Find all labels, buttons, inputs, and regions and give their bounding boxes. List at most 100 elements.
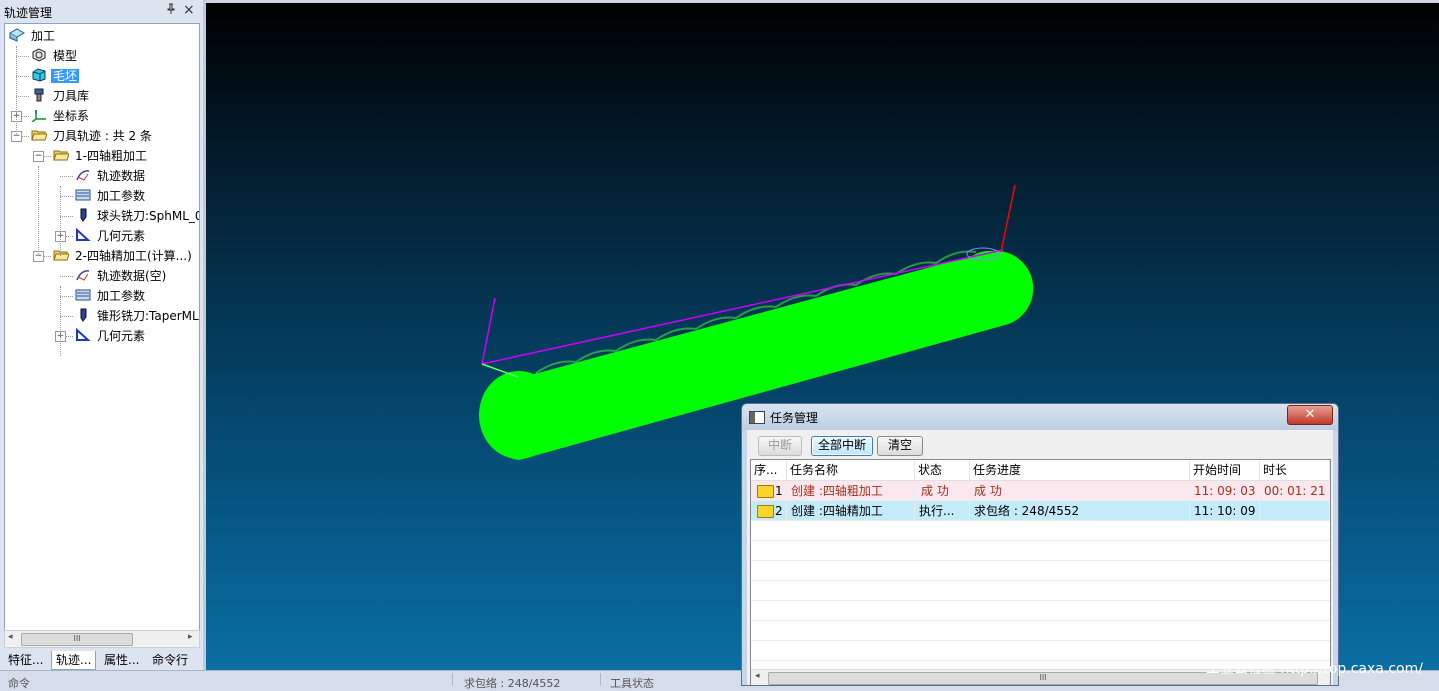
- tree-item[interactable]: 加工参数: [75, 186, 147, 206]
- tree-item[interactable]: 刀具库: [31, 86, 91, 106]
- tree-item[interactable]: 加工参数: [75, 286, 147, 306]
- dialog-title: 任务管理: [770, 411, 819, 425]
- row-progress: 求包络 : 248/4552: [970, 501, 1190, 521]
- folder-open-icon: [53, 249, 73, 263]
- tree-item-label: 球头铣刀:SphML_0: [97, 209, 200, 223]
- empty-row: [751, 541, 1330, 561]
- tree-connector: [60, 176, 73, 177]
- interrupt-button[interactable]: 中断: [758, 436, 802, 456]
- dialog-titlebar[interactable]: 任务管理 ✕: [742, 404, 1338, 430]
- empty-row: [751, 621, 1330, 641]
- scroll-right-arrow-icon[interactable]: ▸: [188, 632, 193, 642]
- scroll-left-arrow-icon[interactable]: ◂: [755, 671, 760, 681]
- row-progress: 成 功: [970, 481, 1190, 501]
- row-duration: [1260, 501, 1330, 521]
- tree-connector: [60, 216, 73, 217]
- interrupt-all-button[interactable]: 全部中断: [811, 436, 873, 456]
- tree-connector: [60, 186, 61, 256]
- geometry-icon: [75, 228, 95, 243]
- status-progress: 求包络 : 248/4552: [464, 677, 561, 690]
- row-start-time: 11: 09: 03: [1190, 481, 1260, 501]
- axis-z-line: [1000, 184, 1016, 253]
- col-task-name[interactable]: 任务名称: [787, 460, 915, 480]
- tab-command-line[interactable]: 命令行: [148, 651, 192, 669]
- tool-library-icon: [31, 88, 51, 103]
- row-task-name: 创建 :四轴粗加工: [787, 481, 915, 501]
- tree-item[interactable]: 轨迹数据(空): [75, 266, 168, 286]
- tree-connector: [60, 276, 73, 277]
- tree-item-label: 加工: [31, 29, 56, 43]
- row-duration: 00: 01: 21: [1260, 481, 1330, 501]
- toolpath-data-icon: [75, 269, 95, 283]
- folder-icon: [757, 485, 774, 498]
- status-divider: [600, 673, 601, 685]
- dialog-close-button[interactable]: ✕: [1287, 405, 1333, 425]
- pin-icon[interactable]: [166, 3, 176, 18]
- tree-connector: [60, 196, 73, 197]
- panel-title: 轨迹管理: [4, 6, 53, 20]
- tab-properties[interactable]: 属性...: [100, 651, 143, 669]
- tree-item[interactable]: 轨迹数据: [75, 166, 147, 186]
- tree-item-label: 刀具库: [53, 89, 90, 103]
- tree-item-label: 加工参数: [97, 189, 146, 203]
- status-tool-state: 工具状态: [610, 677, 654, 690]
- tree-item[interactable]: 毛坯: [31, 66, 80, 86]
- tree-item[interactable]: 球头铣刀:SphML_0: [75, 206, 200, 226]
- tree-connector: [60, 296, 73, 297]
- clear-button[interactable]: 清空: [877, 436, 923, 456]
- tree-item[interactable]: 刀具轨迹 : 共 2 条: [31, 126, 154, 146]
- task-table: 序... 任务名称 状态 任务进度 开始时间 时长 1 创建 :四轴粗加工 成 …: [750, 459, 1331, 685]
- tree-item-label: 轨迹数据(空): [97, 269, 167, 283]
- col-progress[interactable]: 任务进度: [970, 460, 1190, 480]
- panel-close-icon[interactable]: ×: [183, 2, 195, 18]
- table-row[interactable]: 1 创建 :四轴粗加工 成 功 成 功 11: 09: 03 00: 01: 2…: [751, 481, 1330, 501]
- folder-open-icon: [53, 149, 73, 163]
- tree-item[interactable]: 模型: [31, 46, 79, 66]
- tree-item[interactable]: 坐标系: [31, 106, 91, 126]
- tree-item-label: 锥形铣刀:TaperML: [97, 309, 199, 323]
- col-start-time[interactable]: 开始时间: [1190, 460, 1260, 480]
- col-seq[interactable]: 序...: [751, 460, 787, 480]
- collapse-toggle-icon[interactable]: −: [33, 151, 44, 162]
- folder-open-icon: [31, 129, 51, 143]
- tree-connector: [60, 286, 61, 356]
- tree-connector: [60, 316, 73, 317]
- tree-connector: [16, 56, 29, 57]
- axis-vertical-left: [481, 297, 496, 365]
- row-task-name: 创建 :四轴精加工: [787, 501, 915, 521]
- toolpath-tree[interactable]: 加工 模型 毛坯 刀具库 + 坐标系 − 刀具轨迹 : 共 2 条 −1-四轴粗加工 轨迹数据 加工…: [4, 23, 200, 631]
- row-status: 执行...: [915, 501, 970, 521]
- toolpath-manager-panel: 轨迹管理 × 加工 模型 毛坯 刀具库 + 坐标系 − 刀具轨迹 : 共 2 条 −1-四轴粗加…: [0, 0, 203, 670]
- scroll-left-arrow-icon[interactable]: ◂: [8, 632, 13, 642]
- tree-item[interactable]: 锥形铣刀:TaperML: [75, 306, 199, 326]
- tree-item[interactable]: 几何元素: [75, 326, 147, 346]
- tree-connector: [16, 96, 29, 97]
- tree-item[interactable]: 1-四轴粗加工: [53, 146, 149, 166]
- tree-item-label: 2-四轴精加工(计算...): [75, 249, 192, 263]
- cutter-icon: [75, 308, 95, 323]
- tree-item-label: 几何元素: [97, 229, 146, 243]
- tab-toolpaths[interactable]: 轨迹...: [51, 651, 97, 670]
- tree-item-label: 加工参数: [97, 289, 146, 303]
- tab-features[interactable]: 特征...: [4, 651, 47, 669]
- table-row[interactable]: 2 创建 :四轴精加工 执行... 求包络 : 248/4552 11: 10:…: [751, 501, 1330, 521]
- col-duration[interactable]: 时长: [1260, 460, 1330, 480]
- row-status: 成 功: [915, 481, 970, 501]
- model-icon: [31, 48, 51, 63]
- status-command: 命令: [8, 677, 30, 690]
- folder-icon: [757, 505, 774, 518]
- params-icon: [75, 289, 95, 303]
- tree-item[interactable]: 2-四轴精加工(计算...): [53, 246, 194, 266]
- dialog-body: 中断 全部中断 清空 序... 任务名称 状态 任务进度 开始时间 时长 1 创…: [747, 430, 1333, 685]
- col-status[interactable]: 状态: [915, 460, 970, 480]
- axis-y-line: [481, 363, 519, 378]
- tree-item-label: 轨迹数据: [97, 169, 146, 183]
- geometry-icon: [75, 328, 95, 343]
- tree-item-label: 毛坯: [51, 69, 80, 83]
- panel-titlebar: 轨迹管理 ×: [0, 0, 203, 22]
- tree-item[interactable]: 加工: [9, 26, 57, 46]
- tree-horizontal-scrollbar[interactable]: ◂ III ▸: [4, 630, 200, 648]
- scroll-thumb[interactable]: III: [21, 633, 133, 646]
- row-start-time: 11: 10: 09: [1190, 501, 1260, 521]
- tree-item[interactable]: 几何元素: [75, 226, 147, 246]
